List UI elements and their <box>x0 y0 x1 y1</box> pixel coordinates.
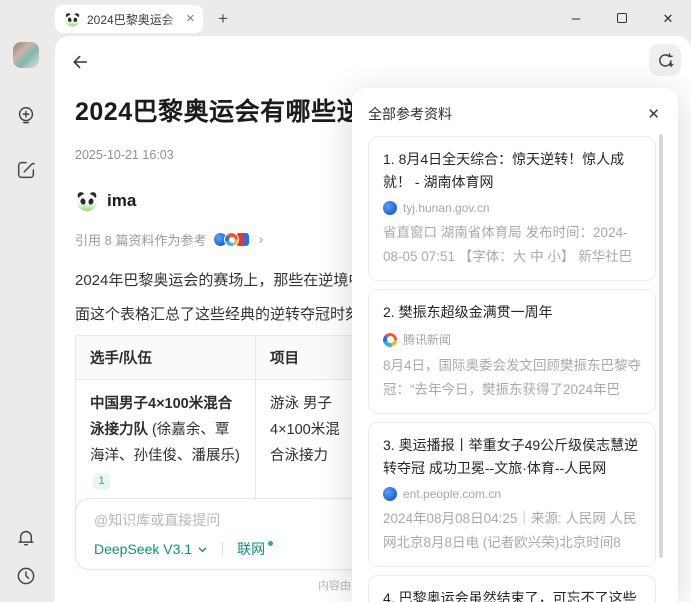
references-panel-title: 全部参考资料 <box>368 104 452 124</box>
event-cell: 游泳 男子4×100米混合泳接力 <box>256 380 368 507</box>
reference-card[interactable]: 2. 樊振东超级金满贯一周年 腾讯新闻 8月4日，国际奥委会发文回顾樊振东巴黎夺… <box>368 289 656 414</box>
source-favicon-icon <box>383 487 397 501</box>
reference-source: 腾讯新闻 <box>403 331 451 348</box>
assistant-header: ima <box>75 189 136 213</box>
reference-title: 2. 樊振东超级金满贯一周年 <box>383 301 641 324</box>
ai-disclaimer: 内容由 <box>318 577 351 593</box>
compose-icon <box>15 159 37 181</box>
minimize-button[interactable]: – <box>553 0 599 36</box>
close-icon: ✕ <box>663 12 674 25</box>
clock-icon <box>15 565 37 587</box>
input-divider <box>222 542 223 556</box>
web-status-dot-icon <box>268 541 273 546</box>
model-name: DeepSeek V3.1 <box>94 541 192 557</box>
maximize-button[interactable] <box>599 0 645 36</box>
reference-card[interactable]: 4. 巴黎奥运会虽然结束了，可忘不了这些大逆转 - 今日头条 <box>368 575 656 602</box>
citation-favicons <box>213 232 250 247</box>
new-tab-button[interactable]: + <box>210 6 236 32</box>
reference-source: ent.people.com.cn <box>403 487 501 501</box>
bulb-plus-icon <box>15 105 37 127</box>
panel-scrollbar[interactable] <box>659 134 663 558</box>
back-button[interactable] <box>67 49 93 75</box>
history-button[interactable] <box>12 562 40 590</box>
source-favicon-icon <box>383 333 397 347</box>
citations-label: 引用 8 篇资料作为参考 <box>75 230 206 249</box>
reference-snippet: 省直窗口 湖南省体育局 发布时间：2024-08-05 07:51 【字体：大 … <box>383 221 641 268</box>
back-arrow-icon <box>70 52 90 72</box>
window-controls: – ✕ <box>553 0 691 36</box>
regenerate-button[interactable] <box>649 44 681 76</box>
bell-icon <box>15 527 37 549</box>
minimize-icon: – <box>572 11 580 26</box>
citations-toggle[interactable]: 引用 8 篇资料作为参考 › <box>75 230 263 249</box>
refresh-plus-icon <box>656 51 675 70</box>
model-selector[interactable]: DeepSeek V3.1 <box>94 541 208 557</box>
reference-title: 4. 巴黎奥运会虽然结束了，可忘不了这些大逆转 - 今日头条 <box>383 587 641 602</box>
close-button[interactable]: ✕ <box>645 0 691 36</box>
tab-title: 2024巴黎奥运会 <box>87 13 174 27</box>
chat-timestamp: 2025-10-21 16:03 <box>75 148 174 162</box>
column-header-athlete: 选手/队伍 <box>76 336 256 380</box>
left-sidebar <box>0 36 55 602</box>
citation-badge[interactable]: 1 <box>93 473 110 490</box>
ima-panda-icon <box>75 189 99 213</box>
reference-snippet: 8月4日，国际奥委会发文回顾樊振东巴黎夺冠：“去年今日，樊振东获得了2024年巴… <box>383 354 641 401</box>
reference-title: 1. 8月4日全天综合：惊天逆转！惊人成就！ - 湖南体育网 <box>383 148 641 194</box>
references-panel: 全部参考资料 ✕ 1. 8月4日全天综合：惊天逆转！惊人成就！ - 湖南体育网 … <box>352 88 678 602</box>
reference-card[interactable]: 1. 8月4日全天综合：惊天逆转！惊人成就！ - 湖南体育网 tyj.hunan… <box>368 136 656 281</box>
new-chat-button[interactable] <box>12 156 40 184</box>
panel-close-icon[interactable]: ✕ <box>645 105 662 124</box>
app-tab[interactable]: 2024巴黎奥运会 ✕ <box>55 5 203 33</box>
reference-source: tyj.hunan.gov.cn <box>403 201 490 215</box>
reference-card-list: 1. 8月4日全天综合：惊天逆转！惊人成就！ - 湖南体育网 tyj.hunan… <box>368 136 662 602</box>
chevron-down-icon <box>197 544 208 555</box>
web-search-toggle[interactable]: 联网 <box>237 539 273 559</box>
user-avatar[interactable] <box>13 42 39 68</box>
panda-icon <box>64 11 81 28</box>
column-header-event: 项目 <box>256 336 368 380</box>
source-favicon-icon <box>383 201 397 215</box>
assistant-name: ima <box>107 191 136 211</box>
reference-title: 3. 奥运播报丨举重女子49公斤级侯志慧逆转夺冠 成功卫冕--文旅·体育--人民… <box>383 434 641 480</box>
web-search-label: 联网 <box>237 539 265 559</box>
tab-close-icon[interactable]: ✕ <box>186 14 195 25</box>
reference-card[interactable]: 3. 奥运播报丨举重女子49公斤级侯志慧逆转夺冠 成功卫冕--文旅·体育--人民… <box>368 422 656 567</box>
reference-snippet: 2024年08月08日04:25｜来源: 人民网 人民网北京8月8日电 (记者欧… <box>383 507 641 554</box>
tab-title-fade <box>164 11 182 27</box>
titlebar: 2024巴黎奥运会 ✕ + – ✕ <box>0 0 691 36</box>
chevron-right-icon: › <box>258 232 263 247</box>
notifications-button[interactable] <box>12 524 40 552</box>
maximize-icon <box>617 13 627 23</box>
knowledge-add-button[interactable] <box>12 102 40 130</box>
